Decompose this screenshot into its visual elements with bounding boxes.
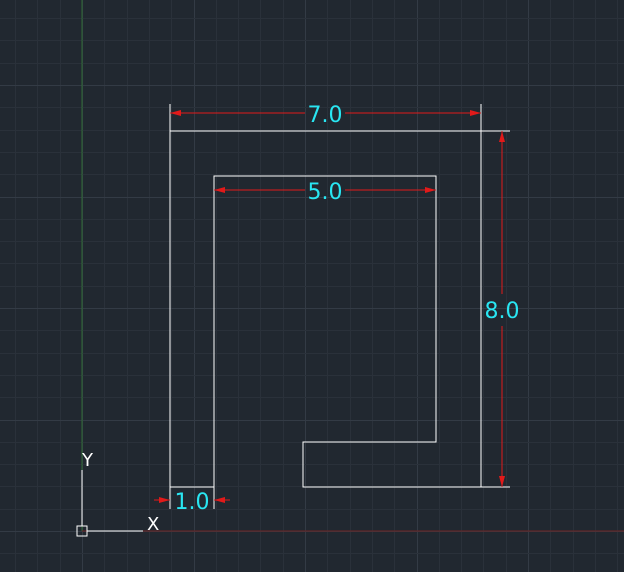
arrowhead (159, 497, 170, 503)
dimension-text: 1.0 (175, 490, 210, 515)
dimension-height[interactable]: 8.0 (481, 130, 520, 488)
ucs-icon: Y X (76, 450, 159, 537)
ucs-x-label: X (147, 514, 159, 535)
cad-drawing-canvas[interactable]: 7.0 5.0 8.0 1.0 Y X (0, 0, 624, 572)
dimension-inner-width[interactable]: 5.0 (214, 180, 436, 205)
arrowhead (214, 497, 225, 503)
dimension-text: 8.0 (485, 299, 520, 324)
arrowhead (425, 187, 436, 193)
arrowhead (499, 476, 505, 487)
arrowhead (214, 187, 225, 193)
dimension-text: 7.0 (308, 103, 343, 128)
arrowhead (499, 131, 505, 142)
arrowhead (470, 110, 481, 116)
dimension-wall[interactable]: 1.0 (154, 487, 230, 515)
ucs-y-label: Y (81, 450, 94, 471)
dimension-text: 5.0 (308, 180, 343, 205)
drawing-grid (0, 0, 624, 572)
